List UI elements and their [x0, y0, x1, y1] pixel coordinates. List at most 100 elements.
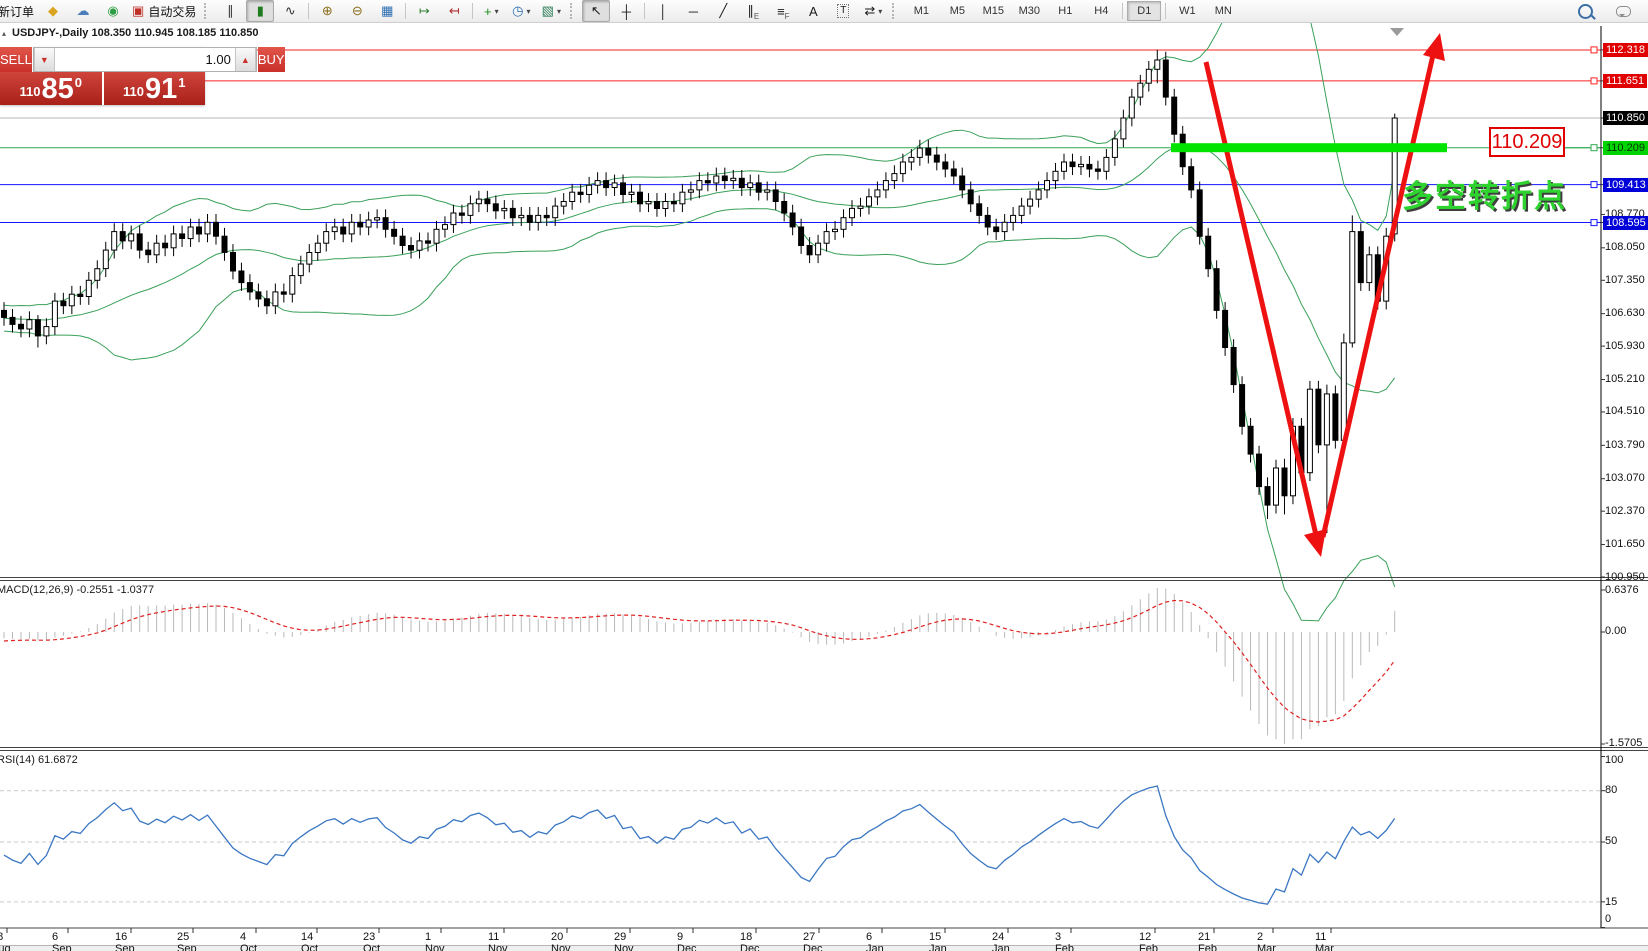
crosshair-icon[interactable]: ┼	[612, 0, 640, 22]
trendline-icon[interactable]: ╱	[709, 0, 737, 22]
fibonacci-icon: ≡	[777, 4, 785, 19]
chat-icon[interactable]	[1609, 0, 1637, 22]
tile-windows-icon: ▦	[381, 3, 393, 19]
support-price-callout[interactable]: 110.209	[1489, 127, 1565, 157]
zoom-out-icon[interactable]: ⊖	[343, 0, 371, 22]
zoom-in-icon[interactable]: ⊕	[313, 0, 341, 22]
arrows-icon[interactable]: ⇄▾	[859, 0, 887, 22]
price-chart[interactable]	[0, 0, 1648, 951]
dropdown-arrow-icon[interactable]: ▾	[495, 7, 499, 16]
collapse-objects-icon[interactable]: ▴	[2, 29, 6, 38]
dropdown-arrow-icon[interactable]: ▾	[557, 7, 561, 16]
timeframe-d1-button[interactable]: D1	[1127, 1, 1161, 21]
toolbar-right	[1570, 0, 1648, 22]
autotrading-button: ▣	[132, 3, 144, 19]
one-click-trade-panel: SELL ▼ ▲ BUY 110850 110911	[0, 47, 205, 105]
timeframe-mn-button[interactable]: MN	[1206, 1, 1240, 21]
bid-price-pip: 0	[75, 75, 82, 90]
bid-price-base: 110	[20, 84, 41, 99]
toolbar-separator	[644, 3, 645, 19]
text-label-icon: T	[837, 4, 849, 18]
candlestick-chart-icon: ▮	[257, 3, 264, 19]
timeframe-w1-button[interactable]: W1	[1170, 1, 1204, 21]
sell-button[interactable]: SELL	[0, 47, 32, 72]
search-icon[interactable]	[1571, 0, 1599, 22]
volume-increase-button[interactable]: ▲	[235, 48, 256, 71]
toolbar-grip[interactable]	[204, 3, 211, 19]
trading-terminal-window: 新订单◆☁◉▣自动交易∥▮∿⊕⊖▦↦↤+▾◷▾▧▾↖┼│─╱∥E≡FAT⇄▾M1…	[0, 0, 1648, 951]
accounts-icon[interactable]: ☁	[69, 0, 97, 22]
new-chart-icon: +	[484, 4, 492, 19]
bar-chart-icon[interactable]: ∥	[216, 0, 244, 22]
horizontal-line-icon[interactable]: ─	[679, 0, 707, 22]
ask-price-big: 91	[145, 76, 177, 102]
indicators-icon[interactable]: ▧▾	[537, 0, 565, 22]
dropdown-arrow-icon[interactable]: ▾	[526, 7, 530, 16]
market-watch-icon[interactable]: ◆	[39, 0, 67, 22]
line-chart-icon: ∿	[285, 3, 296, 19]
toolbar-separator	[405, 3, 406, 19]
chart-shift-icon[interactable]: ↤	[440, 0, 468, 22]
timeframe-m1-button[interactable]: M1	[904, 1, 938, 21]
ask-price-pip: 1	[178, 75, 185, 90]
bar-chart-icon: ∥	[227, 3, 234, 19]
line-chart-icon[interactable]: ∿	[276, 0, 304, 22]
auto-scroll-icon[interactable]: ↦	[410, 0, 438, 22]
zoom-out-icon: ⊖	[352, 3, 363, 19]
candlestick-chart-icon[interactable]: ▮	[246, 0, 274, 22]
toolbar-separator	[472, 3, 473, 19]
toolbar-grip[interactable]	[892, 3, 899, 19]
text-icon: A	[809, 4, 818, 19]
volume-decrease-button[interactable]: ▼	[34, 48, 55, 71]
timeframe-h1-button[interactable]: H1	[1048, 1, 1082, 21]
ask-price-button[interactable]: 110911	[104, 72, 206, 105]
signals-icon[interactable]: ◉	[99, 0, 127, 22]
buy-button[interactable]: BUY	[258, 47, 285, 72]
new-order-button-label: 新订单	[0, 3, 34, 20]
horizontal-line-icon: ─	[689, 4, 698, 19]
rsi-indicator-label: RSI(14) 61.6872	[0, 754, 78, 766]
toolbar-separator	[1122, 3, 1123, 19]
toolbar-buttons: 新订单◆☁◉▣自动交易∥▮∿⊕⊖▦↦↤+▾◷▾▧▾↖┼│─╱∥E≡FAT⇄▾M1…	[0, 0, 1241, 22]
ask-price-base: 110	[123, 84, 144, 99]
accounts-icon: ☁	[77, 3, 90, 19]
timeframe-h4-button[interactable]: H4	[1084, 1, 1118, 21]
volume-input[interactable]	[55, 48, 235, 71]
text-label-icon[interactable]: T	[829, 0, 857, 22]
autotrading-button-label: 自动交易	[148, 3, 196, 20]
fibonacci-icon[interactable]: ≡F	[769, 0, 797, 22]
periodicity-icon[interactable]: ◷▾	[507, 0, 535, 22]
new-order-button[interactable]: 新订单	[0, 0, 37, 22]
tile-windows-icon[interactable]: ▦	[373, 0, 401, 22]
bid-price-button[interactable]: 110850	[0, 72, 102, 105]
arrows-icon: ⇄	[864, 3, 875, 19]
timeframe-m5-button[interactable]: M5	[940, 1, 974, 21]
zoom-in-icon: ⊕	[322, 3, 333, 19]
autotrading-button[interactable]: ▣自动交易	[129, 0, 199, 22]
new-chart-icon[interactable]: +▾	[477, 0, 505, 22]
cursor-icon: ↖	[591, 3, 602, 19]
vertical-line-icon[interactable]: │	[649, 0, 677, 22]
market-watch-icon: ◆	[48, 3, 58, 19]
timeframe-m30-button[interactable]: M30	[1012, 1, 1046, 21]
chart-title: USDJPY-,Daily 108.350 110.945 108.185 11…	[12, 27, 258, 39]
macd-indicator-label: MACD(12,26,9) -0.2551 -1.0377	[0, 584, 154, 596]
toolbar-separator	[1165, 3, 1166, 19]
toolbar-grip[interactable]	[570, 3, 577, 19]
equidistant-channel-icon[interactable]: ∥E	[739, 0, 767, 22]
turning-point-note[interactable]: 多空转折点	[1402, 171, 1567, 216]
timeframe-m15-button[interactable]: M15	[976, 1, 1010, 21]
cursor-icon[interactable]: ↖	[582, 0, 610, 22]
indicators-icon: ▧	[542, 3, 554, 19]
toolbar-separator	[308, 3, 309, 19]
signals-icon: ◉	[107, 3, 118, 19]
bid-price-big: 85	[41, 76, 73, 102]
auto-scroll-icon: ↦	[419, 3, 430, 19]
text-icon[interactable]: A	[799, 0, 827, 22]
trendline-icon: ╱	[719, 3, 727, 19]
crosshair-icon: ┼	[622, 4, 631, 19]
volume-box: ▼ ▲	[33, 47, 257, 72]
periodicity-icon: ◷	[512, 3, 523, 19]
chart-shift-icon: ↤	[449, 3, 460, 19]
dropdown-arrow-icon[interactable]: ▾	[878, 7, 882, 16]
